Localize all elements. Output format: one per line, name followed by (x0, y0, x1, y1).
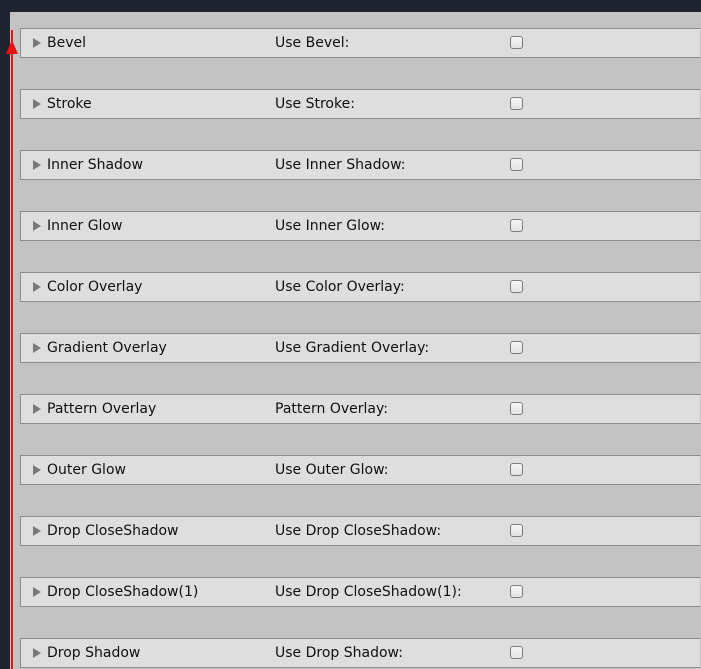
use-effect-checkbox[interactable] (510, 402, 523, 415)
foldout-toggle-drop-shadow[interactable]: Drop Shadow (33, 639, 140, 667)
triangle-right-icon (33, 526, 41, 536)
triangle-right-icon (33, 99, 41, 109)
use-effect-checkbox[interactable] (510, 585, 523, 598)
use-effect-label: Use Bevel: (275, 35, 350, 51)
use-effect-checkbox[interactable] (510, 158, 523, 171)
triangle-right-icon (33, 404, 41, 414)
effect-title: Stroke (47, 96, 92, 112)
use-effect-checkbox[interactable] (510, 524, 523, 537)
use-effect-label: Use Outer Glow: (275, 462, 389, 478)
use-effect-checkbox[interactable] (510, 646, 523, 659)
triangle-right-icon (33, 38, 41, 48)
triangle-right-icon (33, 160, 41, 170)
effect-row-inner-glow: Inner Glow Use Inner Glow: (20, 211, 700, 241)
use-effect-checkbox[interactable] (510, 97, 523, 110)
use-effect-label: Use Color Overlay: (275, 279, 405, 295)
foldout-toggle-inner-shadow[interactable]: Inner Shadow (33, 151, 143, 179)
effect-row-stroke: Stroke Use Stroke: (20, 89, 700, 119)
use-effect-checkbox[interactable] (510, 219, 523, 232)
foldout-toggle-inner-glow[interactable]: Inner Glow (33, 212, 122, 240)
effect-title: Inner Shadow (47, 157, 143, 173)
effect-row-gradient-overlay: Gradient Overlay Use Gradient Overlay: (20, 333, 700, 363)
triangle-right-icon (33, 343, 41, 353)
use-effect-label: Use Inner Glow: (275, 218, 386, 234)
reorder-arrow-line (11, 30, 13, 669)
use-effect-label: Use Stroke: (275, 96, 355, 112)
foldout-toggle-bevel[interactable]: Bevel (33, 29, 86, 57)
effect-title: Gradient Overlay (47, 340, 167, 356)
use-effect-checkbox[interactable] (510, 280, 523, 293)
effect-row-drop-closeshadow: Drop CloseShadow Use Drop CloseShadow: (20, 516, 700, 546)
effect-row-drop-shadow: Drop Shadow Use Drop Shadow: (20, 638, 700, 668)
effect-row-drop-closeshadow-1: Drop CloseShadow(1) Use Drop CloseShadow(… (20, 577, 700, 607)
foldout-toggle-outer-glow[interactable]: Outer Glow (33, 456, 126, 484)
use-effect-label: Pattern Overlay: (275, 401, 388, 417)
effect-row-bevel: Bevel Use Bevel: (20, 28, 700, 58)
triangle-right-icon (33, 221, 41, 231)
effect-title: Color Overlay (47, 279, 143, 295)
effect-title: Drop CloseShadow (47, 523, 179, 539)
effect-title: Pattern Overlay (47, 401, 157, 417)
foldout-toggle-stroke[interactable]: Stroke (33, 90, 92, 118)
foldout-toggle-gradient-overlay[interactable]: Gradient Overlay (33, 334, 167, 362)
use-effect-label: Use Gradient Overlay: (275, 340, 430, 356)
use-effect-label: Use Inner Shadow: (275, 157, 406, 173)
use-effect-label: Use Drop Shadow: (275, 645, 403, 661)
foldout-toggle-drop-closeshadow-1[interactable]: Drop CloseShadow(1) (33, 578, 198, 606)
foldout-toggle-drop-closeshadow[interactable]: Drop CloseShadow (33, 517, 179, 545)
effect-row-color-overlay: Color Overlay Use Color Overlay: (20, 272, 700, 302)
use-effect-label: Use Drop CloseShadow(1): (275, 584, 462, 600)
effect-row-pattern-overlay: Pattern Overlay Pattern Overlay: (20, 394, 700, 424)
inspector-window: Bevel Use Bevel: Stroke Use Stroke: Inner Sh… (0, 0, 701, 669)
triangle-right-icon (33, 587, 41, 597)
up-arrow-icon (6, 40, 18, 54)
effect-title: Drop Shadow (47, 645, 141, 661)
triangle-right-icon (33, 282, 41, 292)
foldout-toggle-pattern-overlay[interactable]: Pattern Overlay (33, 395, 156, 423)
use-effect-label: Use Drop CloseShadow: (275, 523, 442, 539)
effect-title: Outer Glow (47, 462, 126, 478)
foldout-toggle-color-overlay[interactable]: Color Overlay (33, 273, 142, 301)
effect-title: Inner Glow (47, 218, 123, 234)
effect-title: Bevel (47, 35, 87, 51)
use-effect-checkbox[interactable] (510, 341, 523, 354)
triangle-right-icon (33, 465, 41, 475)
use-effect-checkbox[interactable] (510, 463, 523, 476)
triangle-right-icon (33, 648, 41, 658)
use-effect-checkbox[interactable] (510, 36, 523, 49)
effect-title: Drop CloseShadow(1) (47, 584, 199, 600)
effect-row-inner-shadow: Inner Shadow Use Inner Shadow: (20, 150, 700, 180)
effect-row-outer-glow: Outer Glow Use Outer Glow: (20, 455, 700, 485)
